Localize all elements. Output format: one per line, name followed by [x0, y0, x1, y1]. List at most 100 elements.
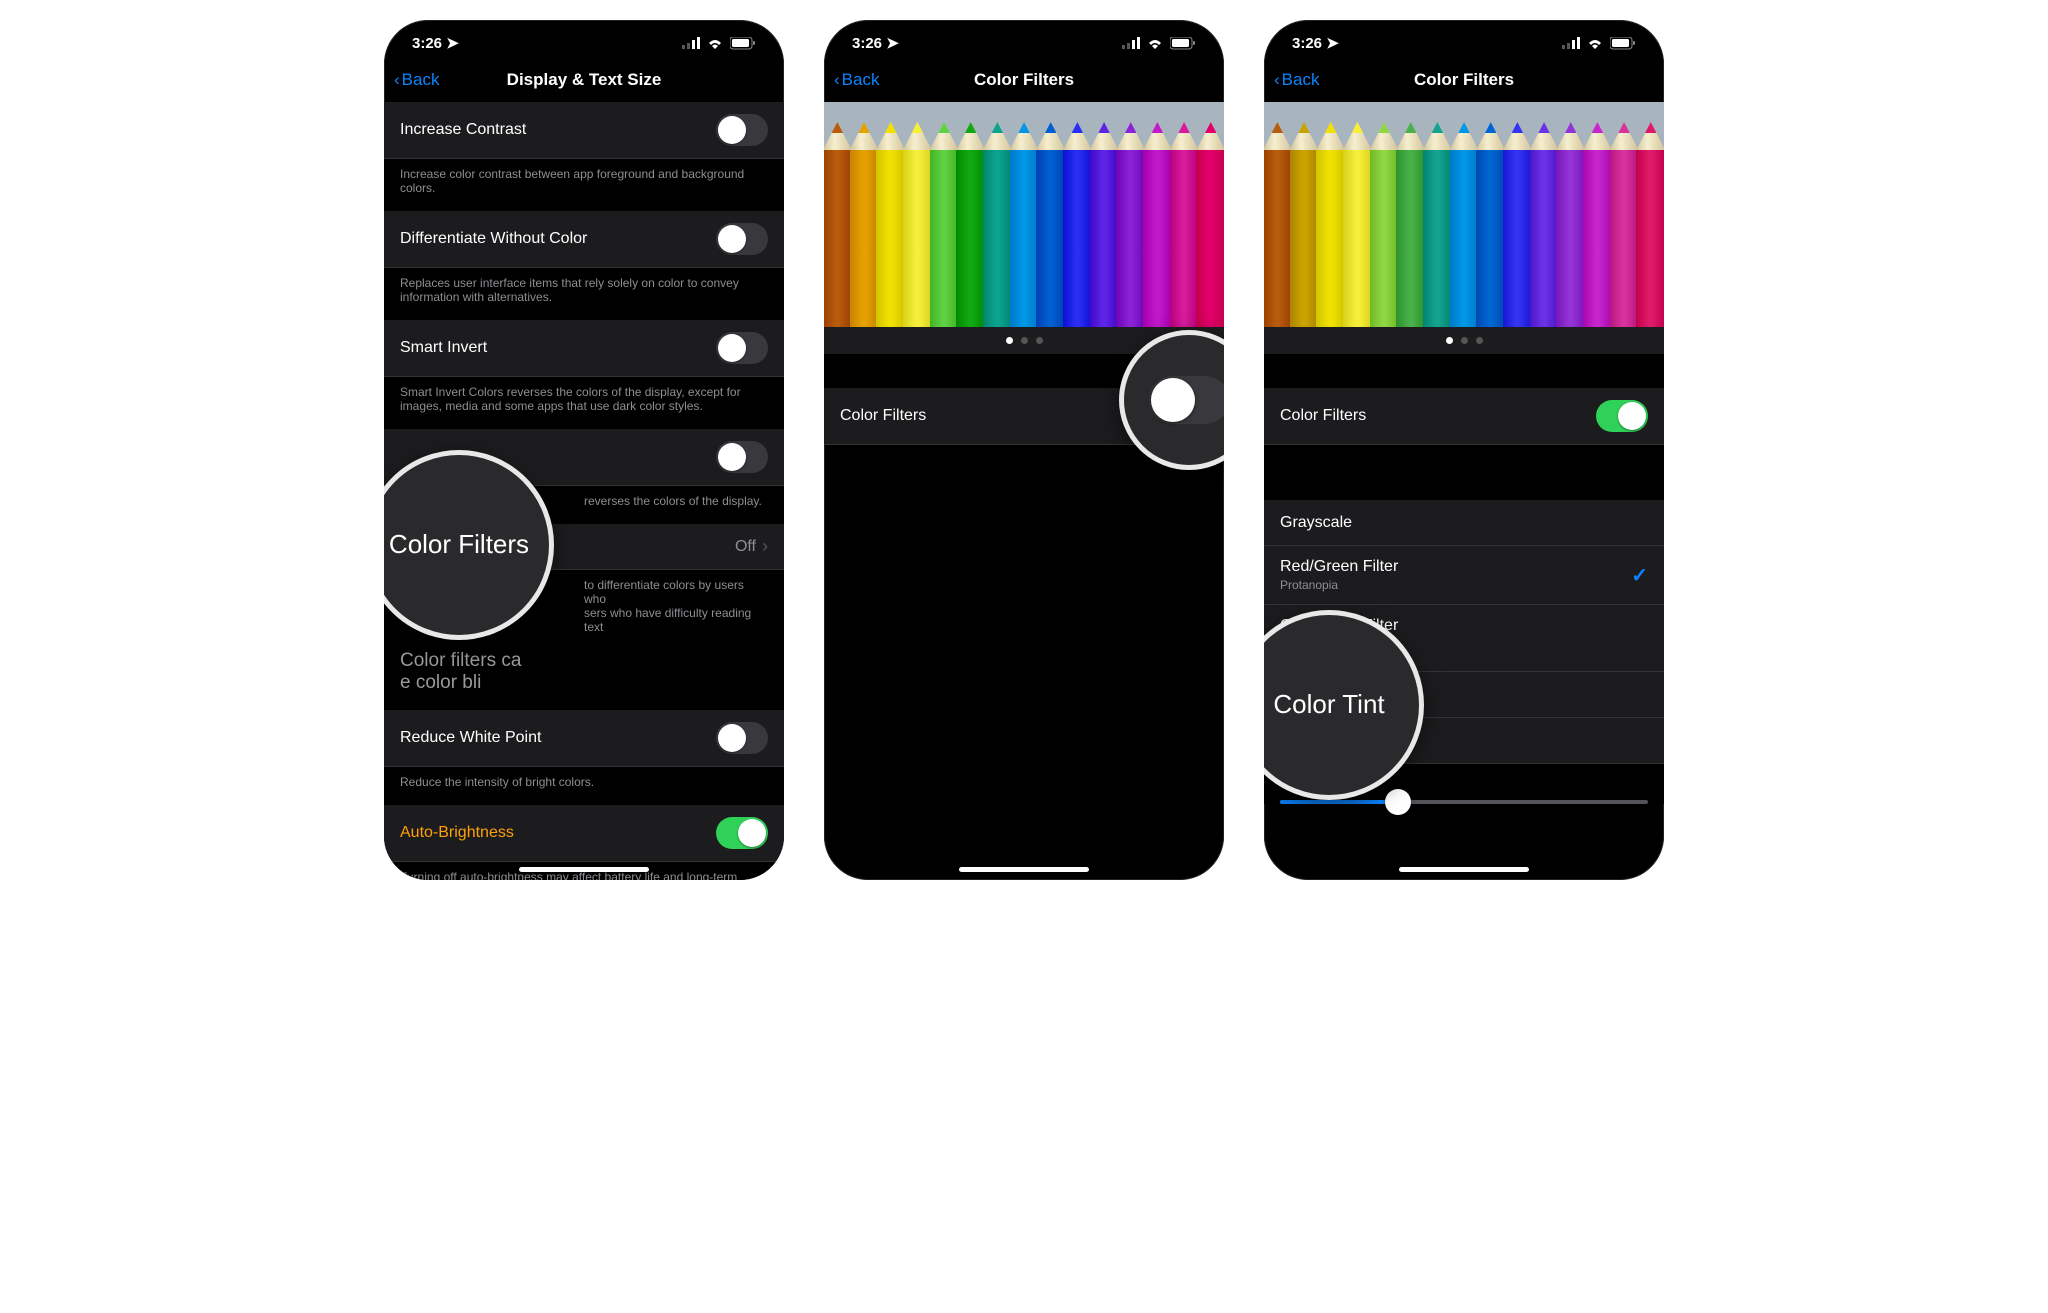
page-dot[interactable] [1006, 337, 1013, 344]
back-button[interactable]: ‹ Back [834, 70, 879, 90]
smart-invert-footer: Smart Invert Colors reverses the colors … [384, 377, 784, 429]
row-label: Red/Green Filter [1280, 558, 1631, 576]
row-label: Color Filters [1280, 407, 1366, 425]
dwc-footer: Replaces user interface items that rely … [384, 268, 784, 320]
nav-bar: ‹ Back Color Filters [824, 58, 1224, 102]
status-time: 3:26 ➤ [412, 34, 459, 52]
pencil [1450, 122, 1479, 327]
differentiate-without-color-row[interactable]: Differentiate Without Color [384, 211, 784, 268]
pencils-preview[interactable] [824, 102, 1224, 327]
home-indicator[interactable] [959, 867, 1089, 872]
pencils-preview[interactable] [1264, 102, 1664, 327]
dwc-toggle[interactable] [716, 223, 768, 255]
red-green-option[interactable]: Red/Green Filter Protanopia ✓ [1264, 546, 1664, 605]
auto-brightness-toggle[interactable] [716, 817, 768, 849]
increase-contrast-footer: Increase color contrast between app fore… [384, 159, 784, 211]
pencil [1476, 122, 1505, 327]
status-icons [1562, 37, 1636, 50]
pencil [876, 122, 905, 327]
chevron-left-icon: ‹ [834, 70, 840, 90]
page-dot[interactable] [1036, 337, 1043, 344]
smart-invert-toggle[interactable] [716, 332, 768, 364]
chevron-left-icon: ‹ [1274, 70, 1280, 90]
status-bar: 3:26 ➤ [1264, 20, 1664, 58]
page-dot[interactable] [1446, 337, 1453, 344]
slider-thumb[interactable] [1385, 789, 1411, 815]
page-title: Color Filters [974, 70, 1074, 90]
pencil [1530, 122, 1559, 327]
pencil [1010, 122, 1039, 327]
pencil [930, 122, 959, 327]
intensity-slider[interactable] [1280, 800, 1648, 804]
back-button[interactable]: ‹ Back [394, 70, 439, 90]
reduce-white-toggle[interactable] [716, 722, 768, 754]
wifi-icon [706, 37, 724, 50]
battery-icon [1170, 37, 1196, 50]
location-icon: ➤ [1326, 34, 1339, 52]
page-dots[interactable] [1264, 327, 1664, 354]
chevron-right-icon: › [762, 536, 768, 557]
pencil [1036, 122, 1065, 327]
cellular-icon [682, 37, 700, 49]
grayscale-option[interactable]: Grayscale [1264, 500, 1664, 546]
increase-contrast-row[interactable]: Increase Contrast [384, 102, 784, 159]
pencil [1196, 122, 1224, 327]
pencil [1090, 122, 1119, 327]
color-filters-toggle[interactable] [1596, 400, 1648, 432]
page-title: Display & Text Size [507, 70, 662, 90]
status-icons [1122, 37, 1196, 50]
increase-contrast-toggle[interactable] [716, 114, 768, 146]
pencil [1143, 122, 1172, 327]
pencil [1610, 122, 1639, 327]
row-label: Differentiate Without Color [400, 230, 587, 248]
pencil [1170, 122, 1199, 327]
chevron-left-icon: ‹ [394, 70, 400, 90]
pencil [1116, 122, 1145, 327]
pencil [1423, 122, 1452, 327]
pencil [903, 122, 932, 327]
color-filters-toggle-row[interactable]: Color Filters [1264, 388, 1664, 445]
row-label: Grayscale [1280, 514, 1352, 532]
pencil [1396, 122, 1425, 327]
pencil [956, 122, 985, 327]
magnified-toggle-icon [1149, 376, 1224, 424]
auto-brightness-row[interactable]: Auto-Brightness [384, 805, 784, 862]
smart-invert-row[interactable]: Smart Invert [384, 320, 784, 377]
page-dot[interactable] [1461, 337, 1468, 344]
row-label [400, 448, 404, 466]
nav-bar: ‹ Back Display & Text Size [384, 58, 784, 102]
home-indicator[interactable] [1399, 867, 1529, 872]
wifi-icon [1586, 37, 1604, 50]
pencil [1370, 122, 1399, 327]
pencil [1636, 122, 1664, 327]
status-icons [682, 37, 756, 50]
page-dot[interactable] [1476, 337, 1483, 344]
pencil [1063, 122, 1092, 327]
location-icon: ➤ [886, 34, 899, 52]
status-bar: 3:26 ➤ [824, 20, 1224, 58]
home-indicator[interactable] [519, 867, 649, 872]
pencil [824, 122, 852, 327]
classic-invert-toggle[interactable] [716, 441, 768, 473]
row-label: Reduce White Point [400, 729, 541, 747]
back-button[interactable]: ‹ Back [1274, 70, 1319, 90]
pencil [1503, 122, 1532, 327]
status-time: 3:26 ➤ [852, 34, 899, 52]
pencil [1290, 122, 1319, 327]
phone-color-filters-off: 3:26 ➤ ‹ Back Color Filters Color Filter… [824, 20, 1224, 880]
reduce-white-point-row[interactable]: Reduce White Point [384, 710, 784, 767]
cellular-icon [1562, 37, 1580, 49]
row-label: Auto-Brightness [400, 824, 514, 842]
phone-display-text-size: 3:26 ➤ ‹ Back Display & Text Size Increa… [384, 20, 784, 880]
status-time: 3:26 ➤ [1292, 34, 1339, 52]
color-filters-mag-spill: Color filters ca e color bli [384, 650, 784, 710]
cellular-icon [1122, 37, 1140, 49]
row-label: Color Filters [840, 407, 926, 425]
pencil [1583, 122, 1612, 327]
pencil [1556, 122, 1585, 327]
page-dot[interactable] [1021, 337, 1028, 344]
back-label: Back [842, 70, 880, 90]
reduce-white-footer: Reduce the intensity of bright colors. [384, 767, 784, 805]
pencil [1316, 122, 1345, 327]
back-label: Back [402, 70, 440, 90]
